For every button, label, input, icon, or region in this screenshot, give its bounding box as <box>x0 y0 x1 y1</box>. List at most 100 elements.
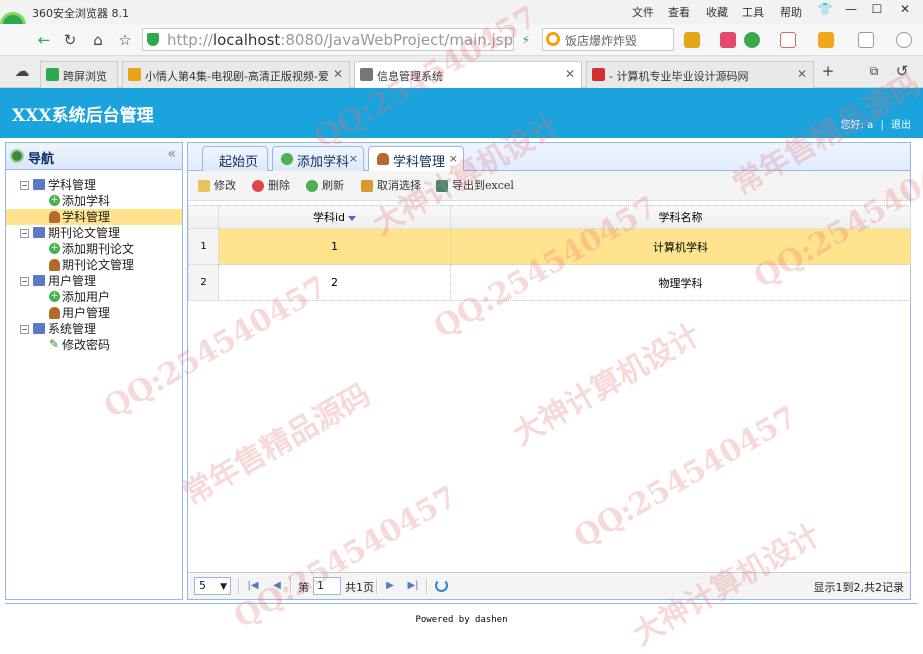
cell-name[interactable]: 计算机学科 <box>450 228 911 265</box>
powered-by: Powered by dashen <box>415 615 508 625</box>
security-icon[interactable] <box>744 32 760 48</box>
tab-subject-manage[interactable]: 学科管理 × <box>368 146 464 172</box>
tree-item-add-user[interactable]: + 添加用户 <box>6 289 182 305</box>
menu-tools[interactable]: 工具 <box>742 4 764 20</box>
logout-link[interactable]: 退出 <box>891 120 911 131</box>
refresh-icon <box>306 180 318 192</box>
browser-navbar: ← ↻ ⌂ ☆ http://localhost:8080/JavaWebPro… <box>0 24 923 56</box>
adblock-icon[interactable] <box>780 32 796 48</box>
folder-icon <box>33 227 45 238</box>
page-number-input[interactable]: 1 <box>313 577 341 595</box>
last-page-icon[interactable]: ▶| <box>406 578 420 594</box>
first-page-icon[interactable]: |◀ <box>246 578 260 594</box>
tab-close-icon[interactable]: × <box>449 152 458 165</box>
translate-icon[interactable] <box>720 32 736 48</box>
user-icon <box>49 211 60 223</box>
row-number: 2 <box>188 264 219 301</box>
row-number-header <box>188 205 219 229</box>
tree-item-journal-manage[interactable]: 期刊论文管理 <box>6 257 182 273</box>
close-window-button[interactable]: ✕ <box>894 2 916 20</box>
collapse-icon[interactable]: − <box>20 229 29 238</box>
tab-close-icon[interactable]: ✕ <box>797 67 807 81</box>
home-icon[interactable]: ⌂ <box>88 30 108 50</box>
total-pages: 共1页 <box>345 581 374 594</box>
menu-favorites[interactable]: 收藏 <box>706 4 728 20</box>
cell-id[interactable]: 2 <box>218 264 451 301</box>
cell-name[interactable]: 物理学科 <box>450 264 911 301</box>
menu-help[interactable]: 帮助 <box>780 4 802 20</box>
pencil-icon: ✎ <box>49 337 60 351</box>
tab-close-icon[interactable]: ✕ <box>333 67 343 81</box>
page-size-select[interactable]: 5 ▼ <box>194 577 231 595</box>
reload-page-icon[interactable] <box>435 579 448 592</box>
edit-button[interactable]: 修改 <box>198 179 236 195</box>
browser-tab-source-code[interactable]: - 计算机专业毕业设计源码网 ✕ <box>586 61 814 88</box>
grid-toolbar: 修改 删除 刷新 取消选择 导出到excel <box>188 171 910 201</box>
folder-icon <box>33 179 45 190</box>
new-tab-icon[interactable]: + <box>818 61 838 81</box>
footer: Powered by dashen <box>5 603 918 640</box>
column-header-id[interactable]: 学科id <box>218 205 451 229</box>
browser-tab-video[interactable]: 小情人第4集-电视剧-高清正版视频-爱 ✕ <box>122 61 350 88</box>
collapse-left-icon[interactable]: « <box>167 146 176 162</box>
restore-tabs-icon[interactable]: ⧉ <box>864 61 884 81</box>
minimize-button[interactable]: — <box>840 2 862 20</box>
user-icon <box>49 307 60 319</box>
browser-tab-cross-screen[interactable]: 跨屏浏览 <box>40 61 118 88</box>
tools-icon[interactable] <box>858 32 874 48</box>
tree-item-add-subject[interactable]: + 添加学科 <box>6 193 182 209</box>
export-excel-button[interactable]: 导出到excel <box>436 179 514 195</box>
back-icon[interactable]: ← <box>34 30 54 50</box>
deselect-button[interactable]: 取消选择 <box>361 179 421 195</box>
tree-group-system[interactable]: − 系统管理 <box>6 321 182 337</box>
reload-icon[interactable]: ↻ <box>60 30 80 50</box>
tab-close-icon[interactable]: ✕ <box>565 67 575 81</box>
add-icon: + <box>49 195 60 206</box>
column-header-name[interactable]: 学科名称 <box>450 205 911 229</box>
tab-home[interactable]: 起始页 <box>202 146 268 171</box>
undo-close-icon[interactable]: ↺ <box>892 61 912 81</box>
cell-id[interactable]: 1 <box>218 228 451 265</box>
next-page-icon[interactable]: ▶ <box>383 578 397 594</box>
delete-button[interactable]: 删除 <box>252 179 290 195</box>
navigation-icon <box>10 149 24 163</box>
tree-item-subject-manage[interactable]: 学科管理 <box>6 209 182 225</box>
tree-item-add-journal[interactable]: + 添加期刊论文 <box>6 241 182 257</box>
extension-icon[interactable] <box>684 32 700 48</box>
tab-close-icon[interactable]: × <box>349 152 358 165</box>
search-input[interactable]: 饭店爆炸炸毁 <box>565 32 637 49</box>
collapse-icon[interactable]: − <box>20 325 29 334</box>
address-url[interactable]: http://localhost:8080/JavaWebProject/mai… <box>167 31 513 49</box>
delete-icon <box>252 180 264 192</box>
skin-icon[interactable]: 👕 <box>814 2 836 20</box>
tree-group-journal[interactable]: − 期刊论文管理 <box>6 225 182 241</box>
row-number: 1 <box>188 228 219 265</box>
search-box[interactable]: 饭店爆炸炸毁 <box>542 28 674 51</box>
edit-icon <box>198 180 210 192</box>
refresh-button[interactable]: 刷新 <box>306 179 344 195</box>
add-icon: + <box>49 243 60 254</box>
cloud-icon[interactable]: ☁ <box>12 61 32 81</box>
tree-item-change-password[interactable]: ✎ 修改密码 <box>6 337 182 353</box>
browser-tab-info-system[interactable]: 信息管理系统 ✕ <box>354 61 582 89</box>
address-bar[interactable]: http://localhost:8080/JavaWebProject/mai… <box>142 28 514 51</box>
pagination-bar: 5 ▼ |◀ ◀ 第 1 共1页 ▶ ▶| 显示1到2,共2记录 <box>188 572 910 599</box>
maximize-button[interactable]: ☐ <box>866 2 888 20</box>
folder-icon <box>33 275 45 286</box>
tree-group-user[interactable]: − 用户管理 <box>6 273 182 289</box>
tab-add-subject[interactable]: 添加学科 × <box>272 146 364 171</box>
zoom-icon[interactable] <box>896 32 912 48</box>
star-icon[interactable]: ☆ <box>115 30 135 50</box>
tree-group-subject[interactable]: − 学科管理 <box>6 177 182 193</box>
collapse-icon[interactable]: − <box>20 181 29 190</box>
user-info: 您好: a | 退出 <box>840 120 911 131</box>
prev-page-icon[interactable]: ◀ <box>270 578 284 594</box>
collapse-icon[interactable]: − <box>20 277 29 286</box>
table-row[interactable]: 1 1 计算机学科 <box>188 228 911 265</box>
menu-view[interactable]: 查看 <box>668 4 690 20</box>
table-row[interactable]: 2 2 物理学科 <box>188 264 911 301</box>
tree-item-user-manage[interactable]: 用户管理 <box>6 305 182 321</box>
dropdown-icon[interactable] <box>520 30 540 50</box>
screenshot-icon[interactable] <box>818 32 834 48</box>
menu-file[interactable]: 文件 <box>632 4 654 20</box>
